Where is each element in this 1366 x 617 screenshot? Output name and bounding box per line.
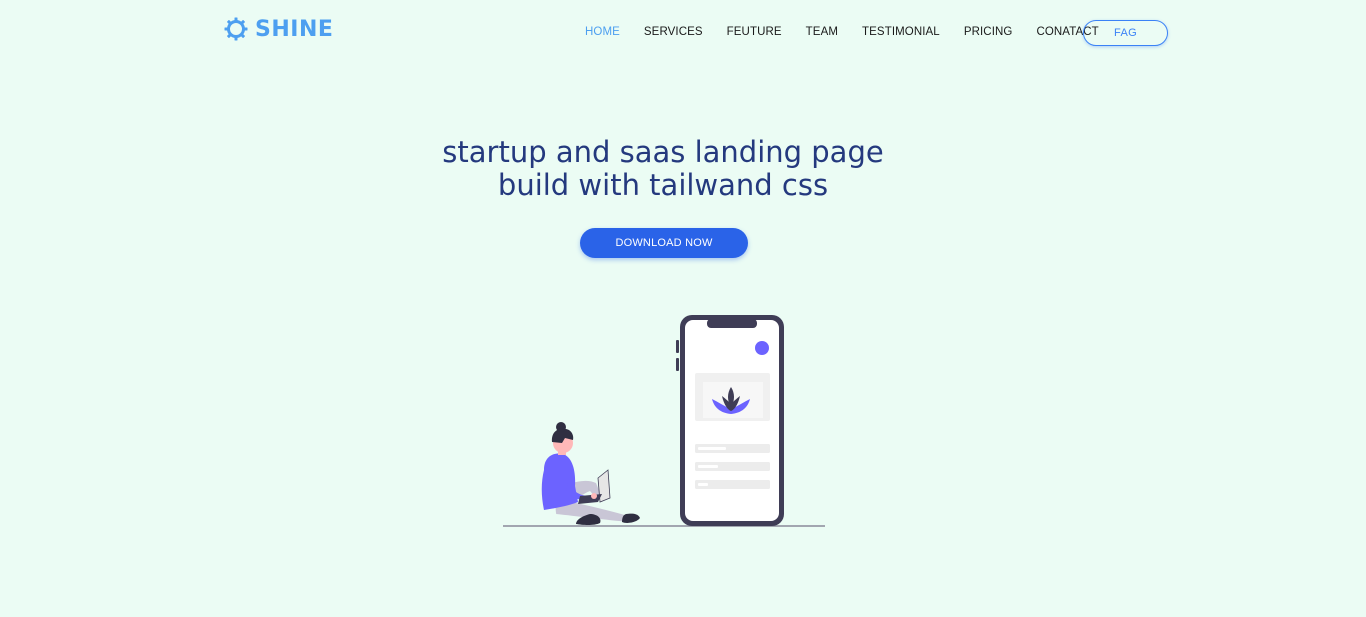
brand-logo[interactable]: SHINE	[224, 14, 333, 44]
nav-item-services: SERVICES	[644, 25, 703, 40]
nav-item-team: TEAM	[806, 25, 838, 40]
download-now-button[interactable]: DOWNLOAD NOW	[580, 228, 748, 258]
person-graphic	[541, 422, 640, 525]
nav-item-pricing: PRICING	[964, 25, 1013, 40]
hero-title-line-2: build with tailwand css	[497, 168, 829, 202]
nav-link-team[interactable]: TEAM	[806, 25, 838, 40]
gear-icon	[224, 17, 248, 41]
hero-title: startup and saas landing page build with…	[383, 136, 943, 202]
nav-link-pricing[interactable]: PRICING	[964, 25, 1013, 40]
nav-link-services[interactable]: SERVICES	[644, 25, 703, 40]
nav-link-home[interactable]: HOME	[585, 25, 620, 40]
person-with-laptop-and-phone-illustration	[503, 315, 825, 527]
brand-name: SHINE	[255, 16, 334, 42]
landing-page: SHINE HOME SERVICES FEUTURE TEAM TESTIMO…	[0, 0, 1366, 617]
hero-title-line-1: startup and saas landing page	[442, 135, 884, 169]
nav-item-testimonial: TESTIMONIAL	[862, 25, 940, 40]
fag-button[interactable]: FAG	[1083, 20, 1168, 46]
main-nav: HOME SERVICES FEUTURE TEAM TESTIMONIAL P…	[585, 25, 1099, 40]
phone-graphic	[676, 315, 784, 526]
nav-item-home: HOME	[585, 25, 620, 40]
nav-item-feuture: FEUTURE	[727, 25, 782, 40]
nav-link-testimonial[interactable]: TESTIMONIAL	[862, 25, 940, 40]
nav-link-feuture[interactable]: FEUTURE	[727, 25, 782, 40]
